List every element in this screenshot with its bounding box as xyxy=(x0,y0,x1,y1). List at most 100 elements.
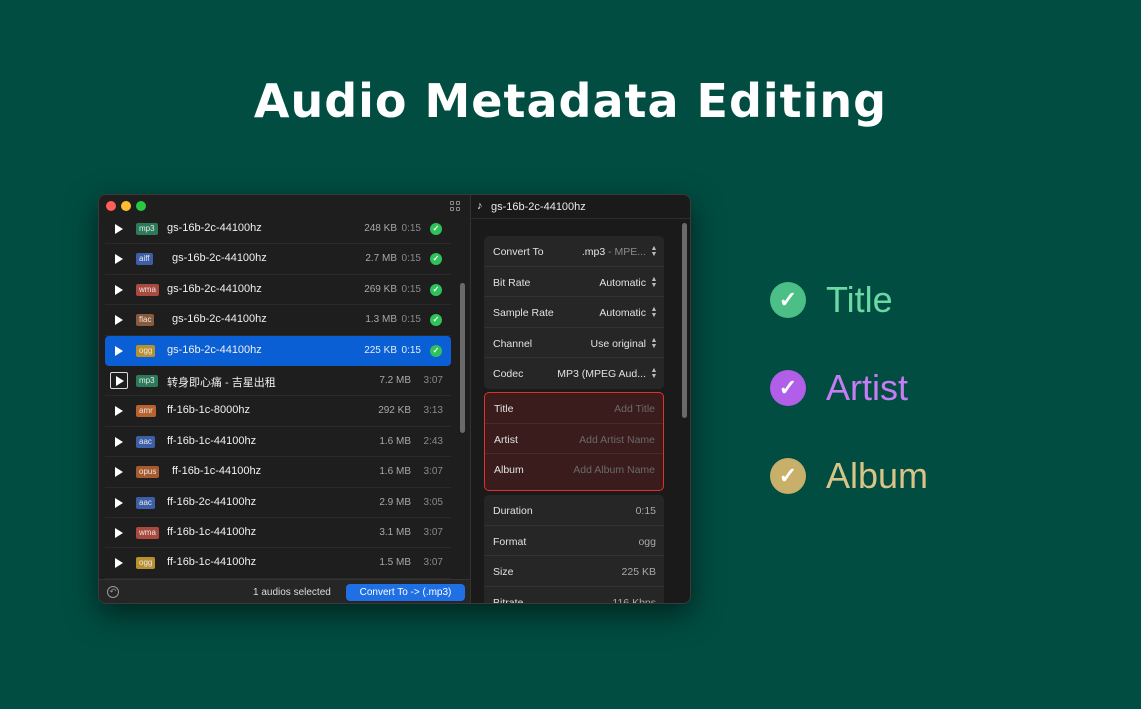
file-row[interactable]: opus ff-16b-1c-44100hz 1.6 MB 3:07 xyxy=(105,457,451,488)
inspector-scrollbar[interactable] xyxy=(682,223,687,418)
file-size: 1.6 MB xyxy=(379,466,411,478)
setting-value[interactable]: Use original xyxy=(591,338,646,350)
file-name: gs-16b-2c-44100hz xyxy=(167,222,262,234)
metadata-artist-input[interactable]: Add Artist Name xyxy=(579,434,655,446)
setting-value-main: MP3 (MPEG Aud... xyxy=(557,368,646,380)
file-row[interactable]: flac gs-16b-2c-44100hz 1.3 MB 0:15 ✓ xyxy=(105,305,451,336)
info-value: ogg xyxy=(638,535,656,548)
play-icon[interactable] xyxy=(115,497,123,508)
file-size: 2.9 MB xyxy=(379,496,411,508)
setting-value[interactable]: MP3 (MPEG Aud... xyxy=(557,368,646,380)
setting-value[interactable]: .mp3 - MPE... xyxy=(582,246,646,258)
file-row[interactable]: mp3 gs-16b-2c-44100hz 248 KB 0:15 ✓ xyxy=(105,214,451,245)
stepper-icon[interactable]: ▲ ▼ xyxy=(650,245,658,258)
play-icon[interactable] xyxy=(115,558,123,569)
play-icon[interactable] xyxy=(115,436,123,447)
setting-row[interactable]: Bit Rate Automatic ▲ ▼ xyxy=(484,267,664,297)
file-list: mp3 gs-16b-2c-44100hz 248 KB 0:15 ✓ aiff gs-16… xyxy=(105,214,451,579)
minimize-window-button[interactable] xyxy=(121,201,131,211)
setting-value[interactable]: Automatic xyxy=(599,307,646,319)
file-row[interactable]: ogg gs-16b-2c-44100hz 225 KB 0:15 ✓ xyxy=(105,335,451,366)
checkmark-icon: ✓ xyxy=(770,458,806,494)
play-icon[interactable] xyxy=(115,527,123,538)
play-icon[interactable] xyxy=(115,254,123,265)
play-icon[interactable] xyxy=(115,345,123,356)
info-label: Bitrate xyxy=(493,596,524,604)
file-name: ff-16b-1c-44100hz xyxy=(172,465,262,478)
metadata-title-input[interactable]: Add Title xyxy=(614,403,655,415)
file-name: gs-16b-2c-44100hz xyxy=(167,343,262,356)
format-badge: ogg xyxy=(136,557,156,570)
setting-value-detail: - MPE... xyxy=(605,246,646,258)
info-value: 225 KB xyxy=(621,566,656,578)
file-row[interactable]: mp3 转身即心痛 - 吉星出租 7.2 MB 3:07 xyxy=(105,366,451,397)
setting-value[interactable]: Automatic xyxy=(599,277,646,289)
stepper-icon[interactable]: ▲ ▼ xyxy=(650,276,658,289)
checkmark-icon: ✓ xyxy=(770,282,806,318)
setting-row[interactable]: Sample Rate Automatic ▲ ▼ xyxy=(484,297,664,328)
setting-row[interactable]: Codec MP3 (MPEG Aud... ▲ ▼ xyxy=(484,358,664,389)
play-icon[interactable] xyxy=(115,406,123,417)
metadata-label: Artist xyxy=(494,433,518,446)
grid-view-icon[interactable] xyxy=(450,201,460,211)
file-duration: 3:07 xyxy=(423,374,443,386)
format-badge: amr xyxy=(136,405,156,418)
list-scrollbar[interactable] xyxy=(460,283,465,433)
music-note-icon: ♪ xyxy=(477,200,483,212)
close-window-button[interactable] xyxy=(106,201,116,211)
file-row[interactable]: wma gs-16b-2c-44100hz 269 KB 0:15 ✓ xyxy=(105,275,451,306)
metadata-label: Album xyxy=(494,464,524,476)
feature-label: Album xyxy=(826,455,929,496)
setting-row[interactable]: Channel Use original ▲ ▼ xyxy=(484,328,664,358)
file-row[interactable]: aiff gs-16b-2c-44100hz 2.7 MB 0:15 ✓ xyxy=(105,244,451,275)
file-size: 1.3 MB xyxy=(365,314,397,326)
format-badge: flac xyxy=(136,314,155,327)
convert-button[interactable]: Convert To -> (.mp3) xyxy=(346,584,465,601)
format-badge: aac xyxy=(136,496,155,509)
file-row[interactable]: wma ff-16b-1c-44100hz 3.1 MB 3:07 xyxy=(105,518,451,549)
play-icon[interactable] xyxy=(115,315,123,326)
format-badge: aiff xyxy=(136,253,153,266)
format-badge: ogg xyxy=(136,344,156,357)
info-value: 0:15 xyxy=(635,505,656,517)
back-icon[interactable]: ↶ xyxy=(107,586,119,598)
file-size: 269 KB xyxy=(364,283,397,295)
checkmark-icon: ✓ xyxy=(430,344,442,357)
file-row[interactable]: ogg ff-16b-1c-44100hz 1.5 MB 3:07 xyxy=(105,548,451,579)
play-button[interactable] xyxy=(110,371,128,389)
zoom-window-button[interactable] xyxy=(136,201,146,211)
file-name: 转身即心痛 - 吉星出租 xyxy=(167,376,276,389)
metadata-album-input[interactable]: Add Album Name xyxy=(573,464,655,476)
setting-row[interactable]: Convert To .mp3 - MPE... ▲ ▼ xyxy=(484,236,664,267)
file-size: 1.6 MB xyxy=(379,435,411,447)
setting-label: Convert To xyxy=(493,246,544,258)
metadata-row: Title Add Title xyxy=(485,393,663,424)
stepper-icon[interactable]: ▲ ▼ xyxy=(650,367,658,380)
file-row[interactable]: amr ff-16b-1c-8000hz 292 KB 3:13 xyxy=(105,396,451,427)
checkmark-icon: ✓ xyxy=(770,370,806,406)
file-duration: 0:15 xyxy=(401,344,421,356)
file-duration: 2:43 xyxy=(423,435,443,447)
play-icon xyxy=(116,375,124,386)
file-name: ff-16b-2c-44100hz xyxy=(167,495,257,508)
file-duration: 0:15 xyxy=(401,223,421,234)
checkmark-icon: ✓ xyxy=(430,283,442,296)
info-value: 116 Kbps xyxy=(612,596,656,604)
file-duration: 3:05 xyxy=(423,496,443,508)
stepper-icon[interactable]: ▲ ▼ xyxy=(650,306,658,319)
checkmark-icon: ✓ xyxy=(430,223,442,235)
file-duration: 3:07 xyxy=(423,526,443,538)
info-row: Bitrate 116 Kbps xyxy=(484,587,664,604)
setting-value-main: Automatic xyxy=(599,276,646,289)
file-row[interactable]: aac ff-16b-1c-44100hz 1.6 MB 2:43 xyxy=(105,427,451,458)
file-row[interactable]: aac ff-16b-2c-44100hz 2.9 MB 3:05 xyxy=(105,488,451,518)
stepper-icon[interactable]: ▲ ▼ xyxy=(650,337,658,350)
feature-label: Title xyxy=(826,279,893,320)
app-window: mp3 gs-16b-2c-44100hz 248 KB 0:15 ✓ aiff gs-16… xyxy=(98,194,691,604)
selection-count: 1 audios selected xyxy=(253,587,331,598)
play-icon[interactable] xyxy=(115,284,123,295)
metadata-row: Artist Add Artist Name xyxy=(485,424,663,454)
play-icon[interactable] xyxy=(115,224,123,234)
play-icon[interactable] xyxy=(115,467,123,478)
setting-label: Sample Rate xyxy=(493,307,554,319)
